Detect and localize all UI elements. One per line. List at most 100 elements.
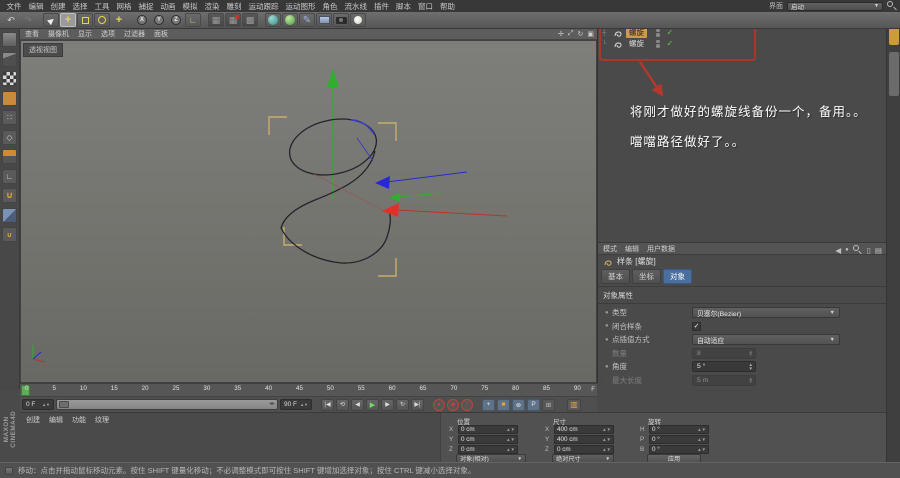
spline-curve[interactable] xyxy=(280,111,391,264)
menu-item[interactable]: 运动跟踪 xyxy=(245,1,282,12)
mat-menu-item[interactable]: 编辑 xyxy=(49,415,63,424)
viewport-solo-icon[interactable] xyxy=(2,207,17,223)
x-axis-arrow[interactable] xyxy=(382,203,508,217)
rot-h-field[interactable]: 0 ° ▲▼ xyxy=(649,425,709,434)
viewport-menu-item[interactable]: 过滤器 xyxy=(124,29,145,39)
render-settings-button[interactable]: ▩ xyxy=(242,13,258,27)
texture-mode-icon[interactable] xyxy=(2,71,17,86)
scrollbar-arrows[interactable]: ◂▸ xyxy=(269,400,275,407)
play-backward-button[interactable]: ◀ xyxy=(351,398,364,411)
layout-dropdown[interactable]: 启动 ▼ xyxy=(787,1,883,11)
floor-button[interactable] xyxy=(316,13,332,27)
object-row[interactable]: └ 螺旋 ✓ xyxy=(598,38,768,49)
size-z-field[interactable]: 0 cm ▲▼ xyxy=(554,445,614,454)
viewport-menu-item[interactable]: 面板 xyxy=(154,29,168,39)
menu-item[interactable]: 帮助 xyxy=(437,1,459,12)
filter-back-icon[interactable]: ◀ xyxy=(835,246,841,255)
repeat-button[interactable]: ↻ xyxy=(396,398,409,411)
timeline-tick[interactable]: 35 xyxy=(234,385,241,392)
live-selection-tool[interactable]: ▶ xyxy=(43,13,59,27)
vp-maximize-icon[interactable]: ▣ xyxy=(587,30,594,38)
workplane-mode-icon[interactable] xyxy=(2,90,17,106)
timeline-tick[interactable]: 55 xyxy=(358,385,365,392)
spline-pen-button[interactable]: ✎ xyxy=(299,13,315,27)
menu-item[interactable]: 运动图形 xyxy=(282,1,319,12)
tab-coordinates[interactable]: 坐标 xyxy=(632,269,661,284)
key-pla-toggle[interactable]: ⊞ xyxy=(542,398,555,411)
timeline-tick[interactable]: 20 xyxy=(142,385,149,392)
lock-z-axis-button[interactable]: Z xyxy=(168,13,184,27)
keyframe-options-button[interactable]: ? xyxy=(461,398,473,411)
menu-item[interactable]: 编辑 xyxy=(25,1,47,12)
type-dropdown[interactable]: 贝塞尔(Bezier) ▼ xyxy=(692,307,840,319)
am-menu-item[interactable]: 模式 xyxy=(603,244,617,254)
menu-item[interactable]: 工具 xyxy=(91,1,113,12)
lock-y-axis-button[interactable]: Y xyxy=(151,13,167,27)
object-name[interactable]: 螺旋 xyxy=(626,38,647,49)
lock-icon[interactable]: ▯ xyxy=(867,246,871,255)
primitive-cube-button[interactable] xyxy=(265,13,281,27)
key-scale-toggle[interactable]: ■ xyxy=(497,398,510,411)
mat-menu-item[interactable]: 功能 xyxy=(72,415,86,424)
menu-item[interactable]: 捕捉 xyxy=(135,1,157,12)
timeline-tick[interactable]: 75 xyxy=(481,385,488,392)
menu-item[interactable]: 插件 xyxy=(371,1,393,12)
timeline-tick[interactable]: 40 xyxy=(265,385,272,392)
timeline-tick[interactable]: 50 xyxy=(327,385,334,392)
timeline-tick[interactable]: 70 xyxy=(450,385,457,392)
menu-item[interactable]: 网格 xyxy=(113,1,135,12)
points-mode-icon[interactable]: ∷ xyxy=(2,110,17,125)
viewport-menu-item[interactable]: 摄像机 xyxy=(48,29,69,39)
timeline-tick[interactable]: 25 xyxy=(173,385,180,392)
scale-tool[interactable] xyxy=(77,13,93,27)
menu-item[interactable]: 渲染 xyxy=(201,1,223,12)
rotate-tool[interactable] xyxy=(94,13,110,27)
timeline-film-icon[interactable]: ▥ xyxy=(567,398,581,411)
autokey-button[interactable]: ◉ xyxy=(447,398,459,411)
interpolation-dropdown[interactable]: 自动适应 ▼ xyxy=(692,334,840,346)
camera-button[interactable] xyxy=(333,13,349,27)
section-header[interactable]: 对象属性 xyxy=(598,287,886,304)
enable-check-icon[interactable]: ✓ xyxy=(667,28,674,37)
close-spline-checkbox[interactable]: ✓ xyxy=(692,321,701,331)
menu-item[interactable]: 窗口 xyxy=(415,1,437,12)
angle-field[interactable]: 5 ° ▲ ▼ xyxy=(692,361,756,373)
menu-item[interactable]: 文件 xyxy=(3,1,25,12)
menu-item[interactable]: 创建 xyxy=(47,1,69,12)
y-axis-arrow[interactable] xyxy=(327,69,339,199)
visibility-dots[interactable] xyxy=(656,28,660,37)
timeline-tick[interactable]: 15 xyxy=(111,385,118,392)
timeline-tick[interactable]: 30 xyxy=(203,385,210,392)
key-parameter-toggle[interactable]: P xyxy=(527,398,540,411)
vp-rotate-icon[interactable]: ↻ xyxy=(578,30,584,38)
menu-item[interactable]: 动画 xyxy=(157,1,179,12)
render-picture-viewer-button[interactable]: ▦ xyxy=(225,13,241,27)
play-button[interactable]: ▶ xyxy=(366,398,379,411)
mat-menu-item[interactable]: 创建 xyxy=(26,415,40,424)
timeline-tick[interactable]: 60 xyxy=(389,385,396,392)
viewport-canvas[interactable]: 透视视图 ✛ ⤢ ↻ ▣ xyxy=(20,30,597,383)
timeline-scrollbar[interactable]: ◂▸ xyxy=(56,399,278,410)
subdivision-surface-button[interactable] xyxy=(282,13,298,27)
vp-move-icon[interactable]: ✛ xyxy=(558,30,564,38)
viewport-menu-item[interactable]: 显示 xyxy=(78,29,92,39)
goto-end-button[interactable]: ▶| xyxy=(411,398,424,411)
size-y-field[interactable]: 400 cm ▲▼ xyxy=(554,435,614,444)
visibility-dots[interactable] xyxy=(656,39,660,48)
model-mode-icon[interactable] xyxy=(2,51,17,67)
timeline-tick[interactable]: 0 xyxy=(25,385,28,392)
menu-item[interactable]: 角色 xyxy=(319,1,341,12)
tab-object[interactable]: 对象 xyxy=(663,269,692,284)
pos-x-field[interactable]: 0 cm ▲▼ xyxy=(458,425,518,434)
edges-mode-icon[interactable]: ◇ xyxy=(2,129,17,145)
am-menu-item[interactable]: 用户数据 xyxy=(647,244,675,254)
timeline-tick[interactable]: 10 xyxy=(80,385,87,392)
tab-basic[interactable]: 基本 xyxy=(601,269,630,284)
menu-item[interactable]: 脚本 xyxy=(393,1,415,12)
key-rotation-toggle[interactable]: ⊗ xyxy=(512,398,525,411)
last-tool-button[interactable]: + xyxy=(111,13,127,27)
snap-magnet-icon[interactable]: ∪ xyxy=(2,188,17,203)
user-icon[interactable]: ● xyxy=(845,247,849,253)
timeline-tick[interactable]: 90 xyxy=(574,385,581,392)
menu-item[interactable]: 雕刻 xyxy=(223,1,245,12)
